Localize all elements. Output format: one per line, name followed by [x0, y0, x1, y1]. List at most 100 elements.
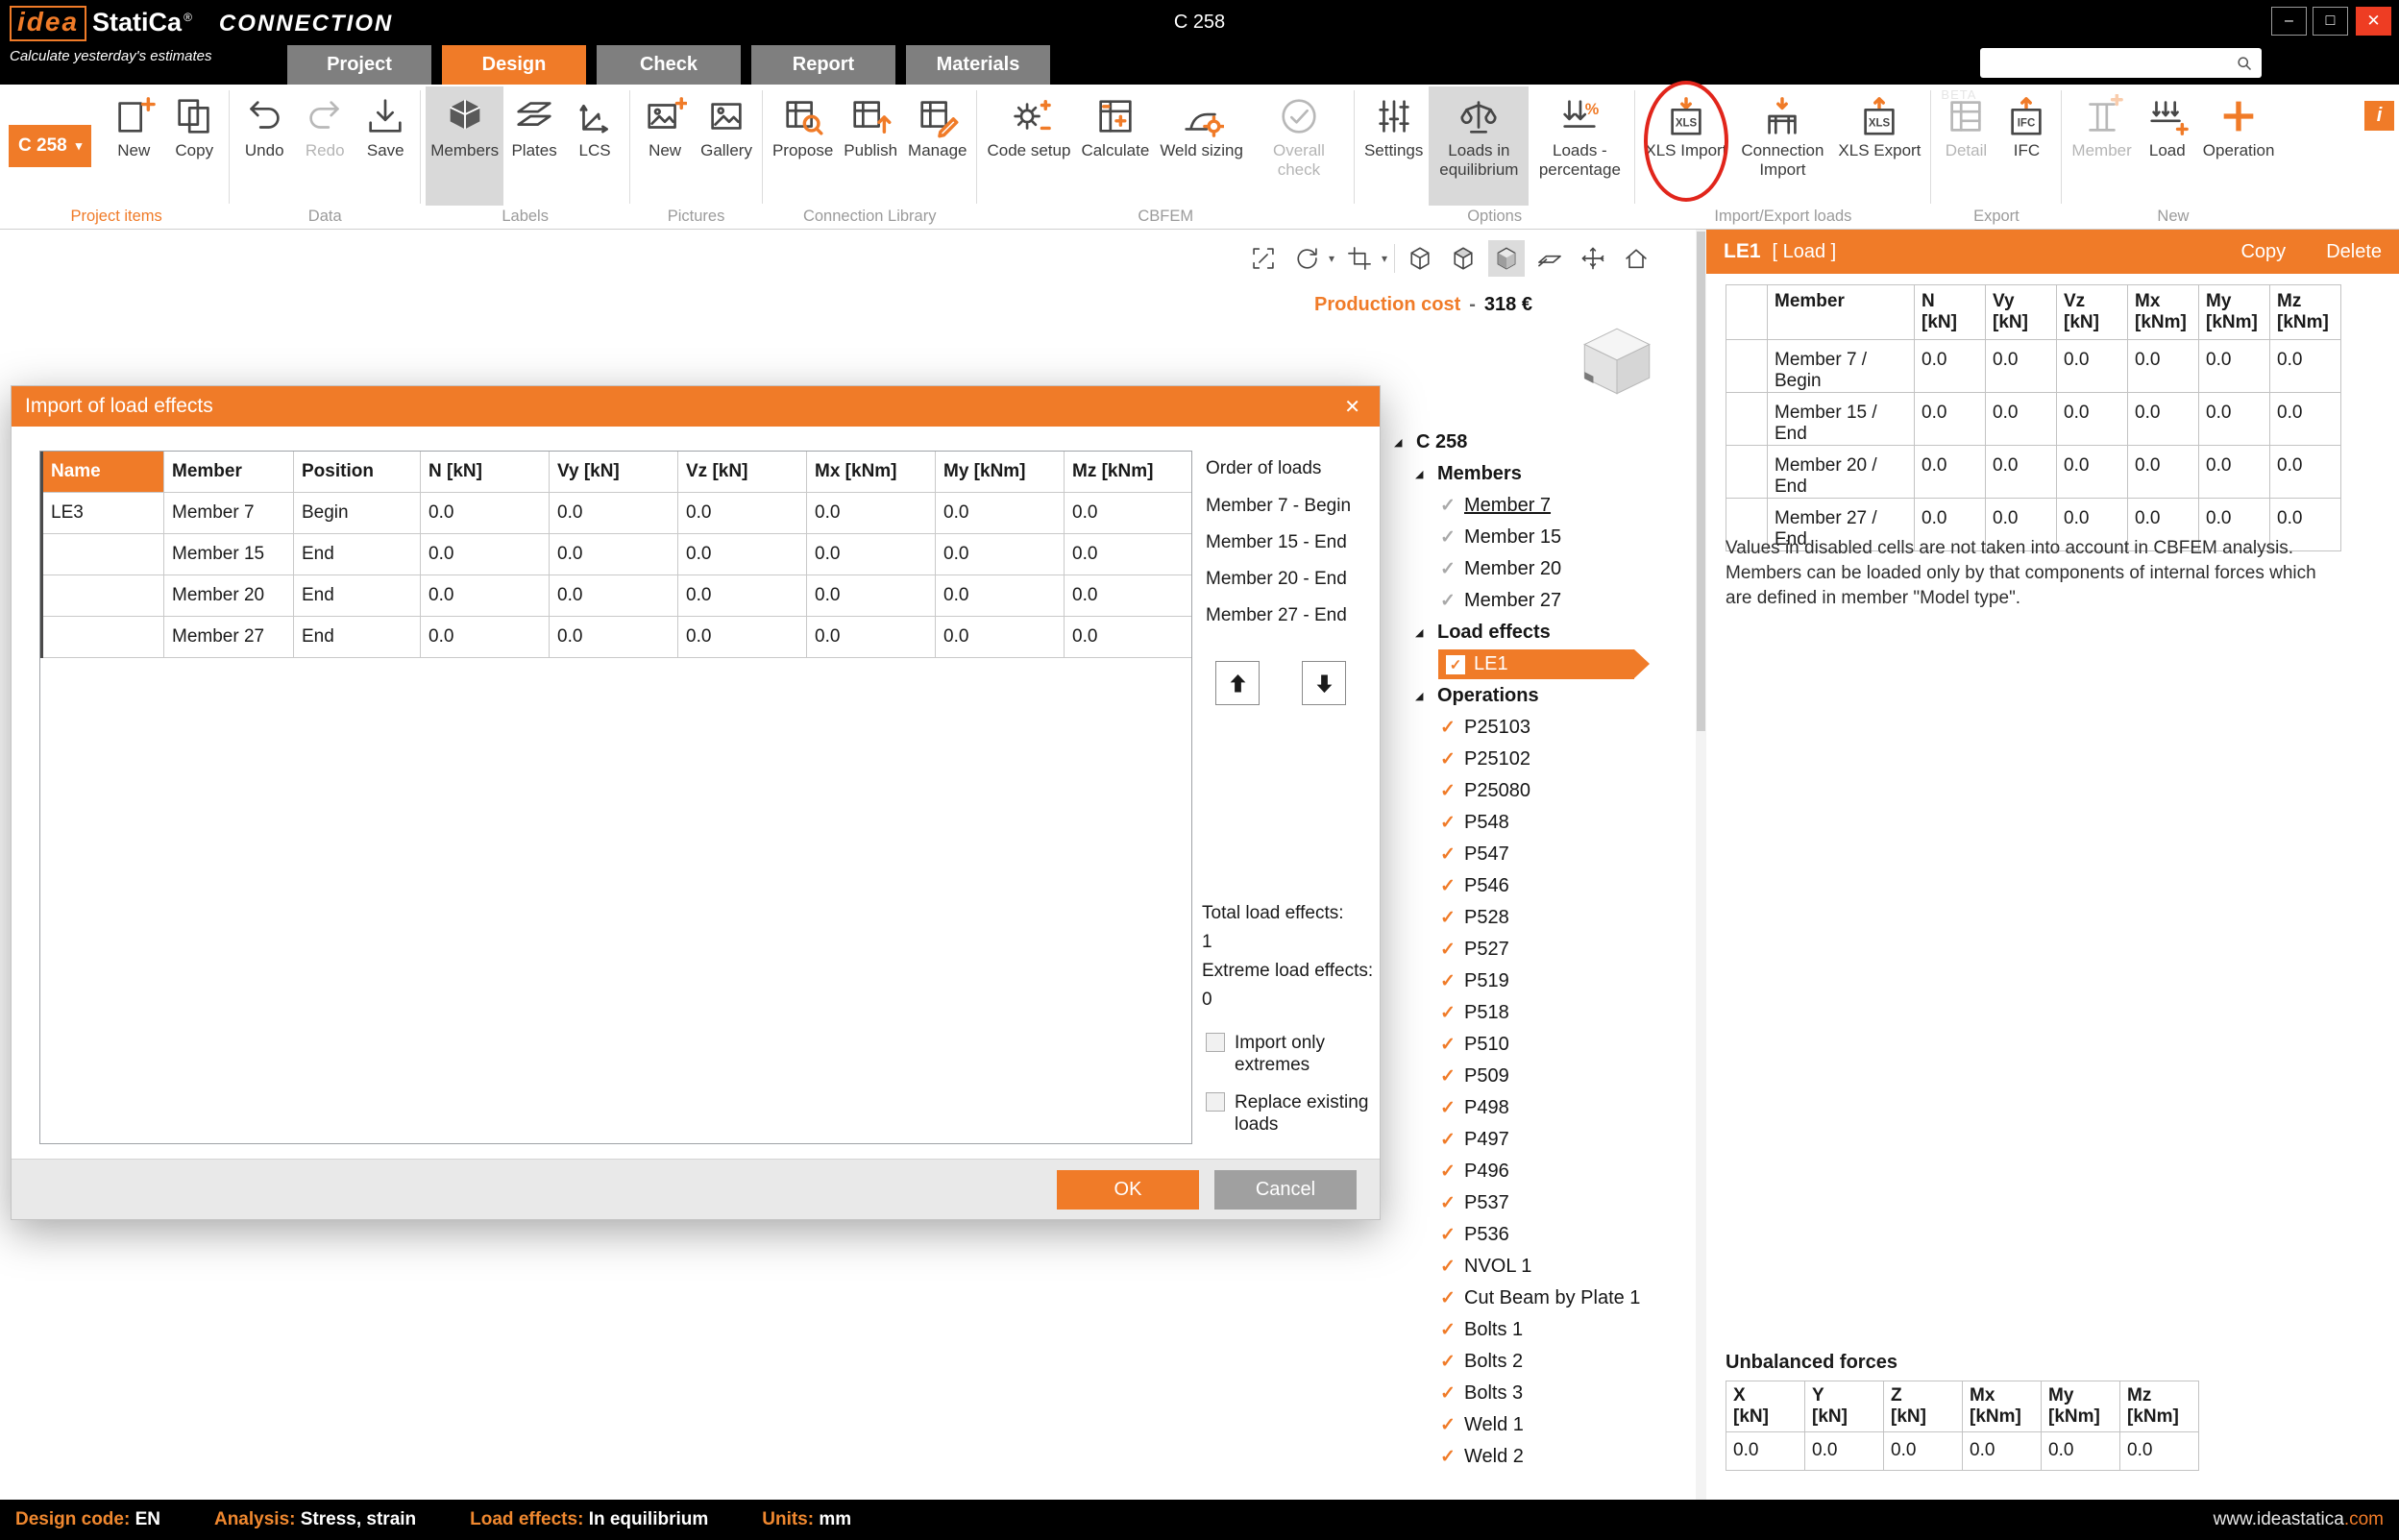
tab-check[interactable]: Check — [597, 45, 741, 85]
checkbox-icon[interactable]: ✓ — [1446, 655, 1465, 674]
chevron-down-icon[interactable]: ▾ — [1382, 252, 1387, 265]
plate-view-icon[interactable] — [1531, 240, 1568, 277]
solid-view-icon[interactable] — [1488, 240, 1525, 277]
load-cell[interactable]: 0.0 — [2199, 393, 2270, 446]
import-cell[interactable]: 0.0 — [936, 575, 1065, 617]
tree-item-member-7[interactable]: ✓Member 7 — [1384, 490, 1696, 522]
export-ifc-button[interactable]: IFCIFC — [1996, 86, 2056, 206]
import-cell[interactable]: 0.0 — [936, 534, 1065, 575]
check-icon[interactable]: ✓ — [1438, 1319, 1457, 1341]
tree-item-members[interactable]: ◢Members — [1384, 458, 1696, 490]
load-cell[interactable]: 0.0 — [2057, 393, 2128, 446]
orbit-view-icon[interactable] — [1288, 240, 1325, 277]
tree-item-p528[interactable]: ✓P528 — [1384, 902, 1696, 934]
tree-item-p25080[interactable]: ✓P25080 — [1384, 775, 1696, 807]
pictures-new-button[interactable]: New — [635, 86, 695, 206]
import-cell[interactable]: 0.0 — [807, 617, 936, 658]
load-cell[interactable]: 0.0 — [2270, 446, 2341, 499]
load-cell[interactable]: 0.0 — [2057, 446, 2128, 499]
search-input[interactable] — [1988, 48, 2235, 78]
tree-item-p497[interactable]: ✓P497 — [1384, 1124, 1696, 1156]
tree-item-p536[interactable]: ✓P536 — [1384, 1219, 1696, 1251]
delete-load-button[interactable]: Delete — [2326, 241, 2382, 263]
tree-item-p25102[interactable]: ✓P25102 — [1384, 744, 1696, 775]
load-cell[interactable]: 0.0 — [2270, 340, 2341, 393]
check-icon[interactable]: ✓ — [1438, 526, 1457, 549]
import-cell[interactable]: End — [294, 617, 421, 658]
import-cell[interactable]: 0.0 — [678, 617, 807, 658]
connection-library-manage-button[interactable]: Manage — [903, 86, 971, 206]
labels-lcs-button[interactable]: LCS — [565, 86, 624, 206]
import-cell[interactable]: 0.0 — [421, 493, 550, 534]
clip-view-icon[interactable] — [1341, 240, 1378, 277]
import-cell[interactable]: LE3 — [42, 493, 164, 534]
check-icon[interactable]: ✓ — [1438, 780, 1457, 802]
load-cell[interactable]: 0.0 — [1986, 446, 2057, 499]
data-undo-button[interactable]: Undo — [234, 86, 294, 206]
tree-item-p510[interactable]: ✓P510 — [1384, 1029, 1696, 1061]
load-cell[interactable]: 0.0 — [1986, 340, 2057, 393]
import-cell[interactable]: 0.0 — [807, 534, 936, 575]
import-cell[interactable]: 0.0 — [936, 493, 1065, 534]
tree-item-p509[interactable]: ✓P509 — [1384, 1061, 1696, 1092]
dialog-title-bar[interactable]: Import of load effects ✕ — [12, 386, 1380, 427]
tree-item-weld-1[interactable]: ✓Weld 1 — [1384, 1409, 1696, 1441]
tree-item-bolts-1[interactable]: ✓Bolts 1 — [1384, 1314, 1696, 1346]
tree-item-member-15[interactable]: ✓Member 15 — [1384, 522, 1696, 553]
import-cell[interactable]: End — [294, 575, 421, 617]
project-items-copy-button[interactable]: Copy — [164, 86, 224, 206]
check-icon[interactable]: ✓ — [1438, 1065, 1457, 1088]
load-cell[interactable]: 0.0 — [2128, 340, 2199, 393]
maximize-button[interactable]: □ — [2313, 7, 2348, 36]
import-cell[interactable]: 0.0 — [807, 493, 936, 534]
check-icon[interactable]: ✓ — [1438, 875, 1457, 897]
check-icon[interactable]: ✓ — [1438, 843, 1457, 866]
tab-project[interactable]: Project — [287, 45, 431, 85]
website-link[interactable]: www.ideastatica.com — [2214, 1509, 2384, 1530]
load-cell[interactable]: 0.0 — [2270, 393, 2341, 446]
load-cell[interactable]: 0.0 — [2128, 393, 2199, 446]
tree-item-operations[interactable]: ◢Operations — [1384, 680, 1696, 712]
expander-icon[interactable]: ◢ — [1394, 436, 1409, 449]
tree-item-cut-beam-by-plate-1[interactable]: ✓Cut Beam by Plate 1 — [1384, 1283, 1696, 1314]
import-cell[interactable]: 0.0 — [421, 617, 550, 658]
import-cell[interactable]: 0.0 — [550, 534, 678, 575]
check-icon[interactable]: ✓ — [1438, 939, 1457, 961]
options-settings-button[interactable]: Settings — [1359, 86, 1428, 206]
order-item[interactable]: Member 20 - End — [1206, 561, 1374, 598]
import-cell[interactable]: 0.0 — [678, 575, 807, 617]
import-cell[interactable]: Member 20 — [164, 575, 294, 617]
row-selector[interactable] — [1726, 340, 1768, 393]
check-icon[interactable]: ✓ — [1438, 1446, 1457, 1468]
import-export-loads-xls-import-button[interactable]: XLSXLS Import — [1640, 86, 1731, 206]
import-cell[interactable]: End — [294, 534, 421, 575]
tree-item-p548[interactable]: ✓P548 — [1384, 807, 1696, 839]
model-canvas[interactable]: Import of load effects ✕ NameMemberPosit… — [0, 230, 1384, 1500]
import-export-loads-xls-export-button[interactable]: XLSXLS Export — [1833, 86, 1925, 206]
data-save-button[interactable]: Save — [355, 86, 415, 206]
tree-item-c-258[interactable]: ◢C 258 — [1384, 427, 1696, 458]
replace-existing-loads-checkbox[interactable]: Replace existing loads — [1206, 1091, 1369, 1136]
check-icon[interactable]: ✓ — [1438, 495, 1457, 517]
fit-view-icon[interactable] — [1245, 240, 1282, 277]
check-icon[interactable]: ✓ — [1438, 1002, 1457, 1024]
check-icon[interactable]: ✓ — [1438, 812, 1457, 834]
selected-tree-item[interactable]: ✓LE1 — [1438, 649, 1634, 679]
order-item[interactable]: Member 15 - End — [1206, 525, 1374, 561]
load-cell[interactable]: 0.0 — [2128, 446, 2199, 499]
expander-icon[interactable]: ◢ — [1415, 468, 1431, 480]
check-icon[interactable]: ✓ — [1438, 558, 1457, 580]
import-export-loads-connection-import-button[interactable]: Connection Import — [1732, 86, 1832, 206]
search-icon[interactable] — [2235, 54, 2254, 73]
import-cell[interactable] — [42, 575, 164, 617]
check-icon[interactable]: ✓ — [1438, 970, 1457, 992]
minimize-button[interactable]: – — [2271, 7, 2307, 36]
labels-members-button[interactable]: Members — [426, 86, 503, 206]
cancel-button[interactable]: Cancel — [1214, 1170, 1357, 1210]
tree-item-nvol-1[interactable]: ✓NVOL 1 — [1384, 1251, 1696, 1283]
chevron-down-icon[interactable]: ▾ — [1329, 252, 1334, 265]
tab-design[interactable]: Design — [442, 45, 586, 85]
import-cell[interactable]: 0.0 — [550, 493, 678, 534]
tree-item-p527[interactable]: ✓P527 — [1384, 934, 1696, 966]
load-cell[interactable]: 0.0 — [1915, 446, 1986, 499]
